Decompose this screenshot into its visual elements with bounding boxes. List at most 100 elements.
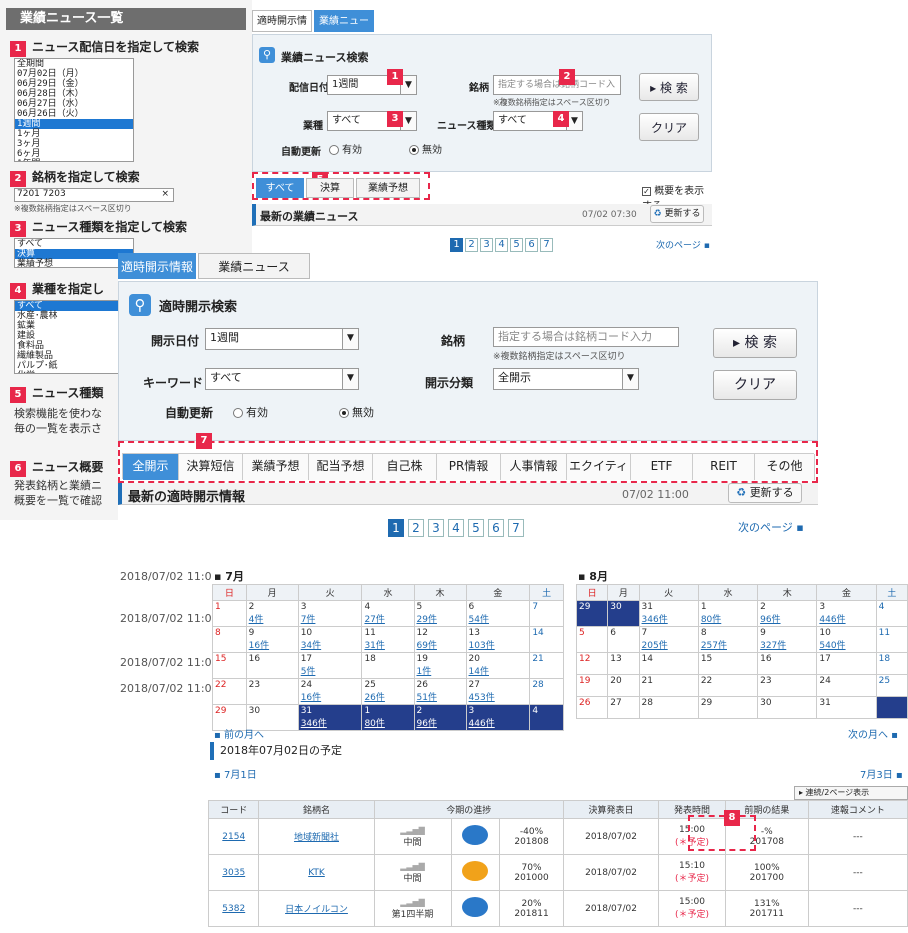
day-count-link[interactable]: 7件 [301, 612, 360, 625]
calendar-day[interactable]: 6 54件 [465, 600, 531, 627]
type-option[interactable]: 決算 [15, 249, 133, 259]
category-tab[interactable]: 人事情報 [501, 454, 567, 480]
clear-button[interactable]: クリア [713, 370, 797, 400]
news-tab-results[interactable]: 決算 [306, 178, 354, 198]
calendar-day[interactable]: 5 29件 [413, 600, 467, 627]
name-link[interactable]: 地域新聞社 [294, 833, 339, 843]
industry-option[interactable]: 繊維製品 [15, 351, 133, 361]
code-link[interactable]: 5382 [222, 904, 245, 914]
search-button[interactable]: ▸ 検 索 [713, 328, 797, 358]
day-count-link[interactable]: 54件 [469, 612, 528, 625]
date-option[interactable]: 6ヶ月 [15, 149, 133, 159]
calendar-day[interactable]: 1 80件 [697, 600, 759, 627]
industry-option[interactable]: 水産･農林 [15, 311, 133, 321]
day-count-link[interactable]: 346件 [301, 716, 360, 729]
date-option[interactable]: 1年間 [15, 159, 133, 161]
update-button[interactable]: ♻ 更新する [728, 483, 802, 503]
calendar-day[interactable]: 20 14件 [465, 652, 531, 679]
day-count-link[interactable]: 16件 [301, 690, 360, 703]
day-count-link[interactable]: 51件 [417, 690, 464, 703]
calendar-day[interactable]: 17 5件 [297, 652, 363, 679]
day-count-link[interactable]: 96件 [417, 716, 464, 729]
search-button[interactable]: ▸ 検 索 [639, 73, 699, 101]
auto-update-on-radio[interactable]: 有効 [233, 404, 268, 420]
calendar-day[interactable]: 12 69件 [413, 626, 467, 653]
calendar-day[interactable]: 7 205件 [638, 626, 699, 653]
calendar-day[interactable]: 24 16件 [297, 678, 363, 705]
day-count-link[interactable]: 29件 [417, 612, 464, 625]
name-link[interactable]: 日本ノイルコン [285, 905, 348, 915]
calendar-day[interactable]: 25 26件 [361, 678, 415, 705]
type-listbox[interactable]: すべて 決算 業績予想 [14, 238, 134, 268]
date-select[interactable]: 1週間 ▼ [327, 75, 417, 95]
day-count-link[interactable]: 257件 [701, 638, 755, 651]
calendar-day[interactable]: 3 7件 [297, 600, 363, 627]
day-count-link[interactable]: 34件 [301, 638, 360, 651]
calendar-day[interactable]: 31 346件 [297, 704, 363, 731]
day-count-link[interactable]: 26件 [364, 690, 411, 703]
day-count-link[interactable]: 4件 [249, 612, 296, 625]
category-tab[interactable]: 決算短信 [179, 454, 243, 480]
date-option[interactable]: 1ヶ月 [15, 129, 133, 139]
calendar-day[interactable]: 3 446件 [816, 600, 877, 627]
tab-disclosure[interactable]: 適時開示情報 [118, 253, 196, 279]
category-select[interactable]: 全開示 ▼ [493, 368, 639, 390]
day-count-link[interactable]: 80件 [701, 612, 755, 625]
industry-listbox[interactable]: すべて水産･農林鉱業建設食料品繊維製品パルプ･紙化学 [14, 300, 134, 374]
page-link[interactable]: 6 [525, 238, 538, 252]
calendar-day[interactable]: 11 31件 [361, 626, 415, 653]
calendar-day[interactable]: 9 16件 [245, 626, 299, 653]
calendar-day[interactable]: 3 446件 [465, 704, 531, 731]
type-option[interactable]: 業績予想 [15, 259, 133, 267]
prev-month-link[interactable]: ▪ 前の月へ [214, 726, 264, 741]
day-count-link[interactable]: 540件 [819, 638, 873, 651]
industry-option[interactable]: すべて [15, 301, 133, 311]
auto-update-on-radio[interactable]: 有効 [329, 141, 362, 156]
auto-update-off-radio[interactable]: 無効 [339, 404, 374, 420]
calendar-day[interactable]: 13 103件 [465, 626, 531, 653]
calendar-day[interactable]: 8 257件 [697, 626, 759, 653]
page-link[interactable]: 1 [450, 238, 463, 252]
page-link[interactable]: 7 [508, 519, 524, 537]
industry-option[interactable]: 食料品 [15, 341, 133, 351]
day-count-link[interactable]: 69件 [417, 638, 464, 651]
next-month-link[interactable]: 次の月へ ▪ [848, 726, 898, 741]
page-link[interactable]: 3 [428, 519, 444, 537]
date-option[interactable]: 06月29日（金） [15, 79, 133, 89]
page-link[interactable]: 1 [388, 519, 404, 537]
day-count-link[interactable]: 5件 [301, 664, 360, 677]
calendar-day[interactable]: 2 96件 [413, 704, 467, 731]
page-link[interactable]: 2 [465, 238, 478, 252]
page-link[interactable]: 7 [540, 238, 553, 252]
category-tab[interactable]: その他 [755, 454, 815, 480]
category-tab[interactable]: PR情報 [437, 454, 501, 480]
date-select[interactable]: 1週間 ▼ [205, 328, 359, 350]
page-link[interactable]: 2 [408, 519, 424, 537]
calendar-day[interactable]: 31 346件 [638, 600, 699, 627]
calendar-day[interactable]: 10 540件 [816, 626, 877, 653]
date-option[interactable]: 1週間 [15, 119, 133, 129]
news-tab-forecast[interactable]: 業績予想 [356, 178, 420, 198]
industry-select[interactable]: すべて ▼ [327, 111, 417, 131]
update-button[interactable]: ♻ 更新する [650, 205, 704, 223]
day-count-link[interactable]: 31件 [364, 638, 411, 651]
stock-input[interactable]: 指定する場合は銘柄コード入力 [493, 75, 621, 108]
stock-input[interactable]: 指定する場合は銘柄コード入力 [493, 327, 679, 347]
day-count-link[interactable]: 103件 [469, 638, 528, 651]
category-tab[interactable]: 全開示 [123, 454, 179, 480]
news-type-select[interactable]: すべて ▼ [493, 111, 583, 131]
page-link[interactable]: 4 [495, 238, 508, 252]
date-option[interactable]: 06月28日（木） [15, 89, 133, 99]
day-count-link[interactable]: 453件 [469, 690, 528, 703]
category-tab[interactable]: 自己株 [373, 454, 437, 480]
calendar-day[interactable]: 2 96件 [757, 600, 818, 627]
day-count-link[interactable]: 16件 [249, 638, 296, 651]
calendar-day[interactable]: 26 51件 [413, 678, 467, 705]
industry-option[interactable]: パルプ･紙 [15, 361, 133, 371]
prev-day-link[interactable]: ▪ 7月1日 [214, 766, 257, 781]
industry-option[interactable]: 鉱業 [15, 321, 133, 331]
page-link[interactable]: 3 [480, 238, 493, 252]
day-count-link[interactable]: 80件 [364, 716, 411, 729]
calendar-day[interactable]: 10 34件 [297, 626, 363, 653]
date-option[interactable]: 3ヶ月 [15, 139, 133, 149]
